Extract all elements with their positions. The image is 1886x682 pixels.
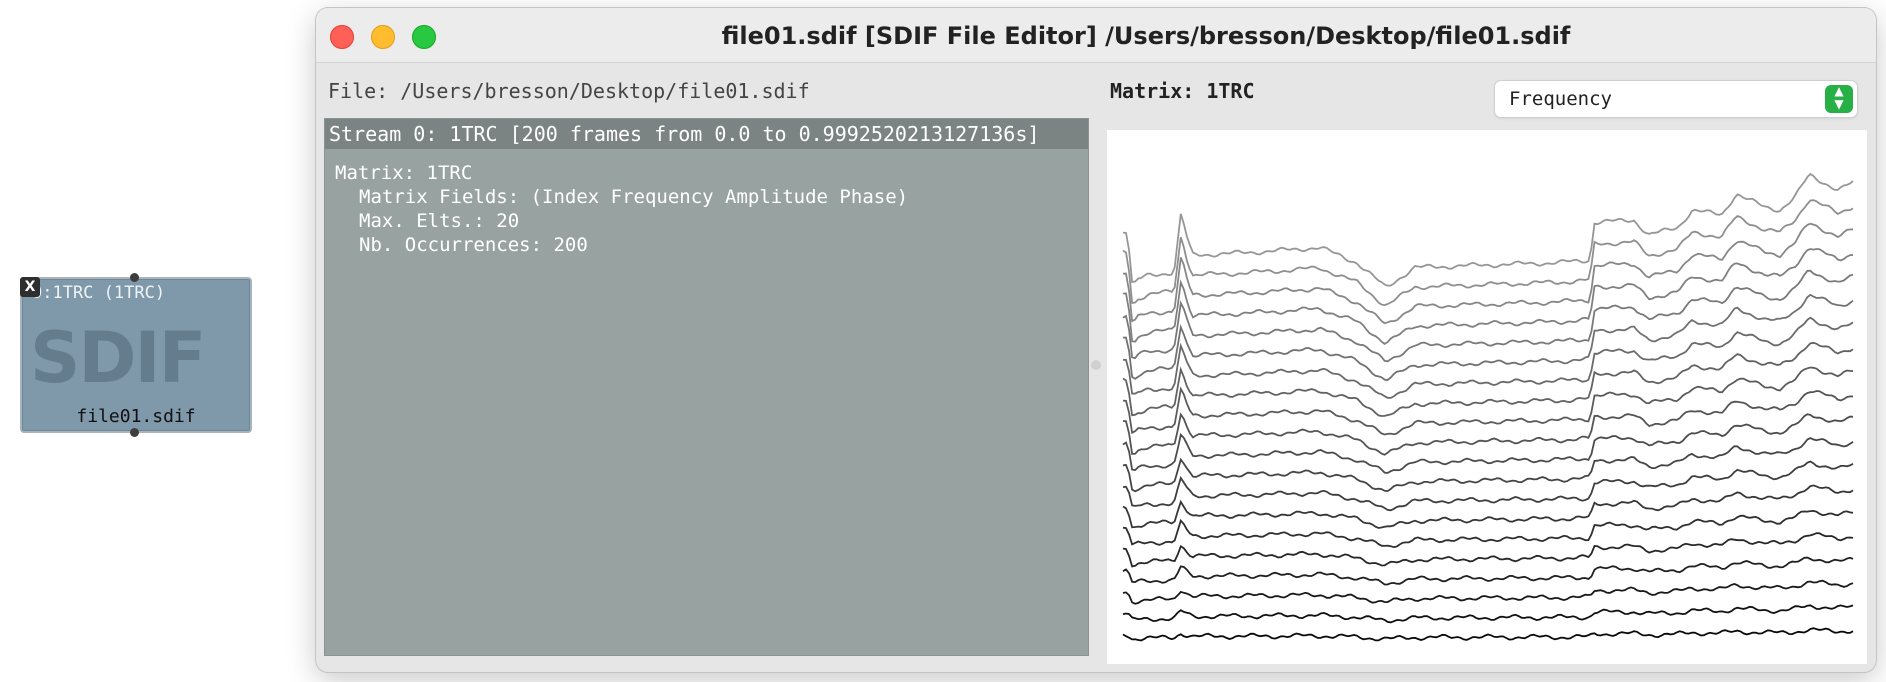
frequency-curve-2: [1122, 604, 1854, 624]
split-divider-handle[interactable]: [1091, 360, 1101, 370]
frequency-curve-17: [1122, 248, 1854, 345]
close-box-icon[interactable]: X: [20, 277, 40, 297]
frequency-curve-20: [1122, 172, 1854, 287]
field-select-value: Frequency: [1509, 88, 1612, 110]
matrix-info-fields: Matrix Fields: (Index Frequency Amplitud…: [359, 186, 909, 208]
file-path-label: File: /Users/bresson/Desktop/file01.sdif: [328, 79, 810, 103]
matrix-info-max-elts: Max. Elts.: 20: [359, 210, 520, 232]
frequency-curve-7: [1122, 484, 1854, 529]
sdif-file-box[interactable]: SDIF 0:1TRC (1TRC) X file01.sdif: [20, 273, 252, 437]
frequency-curve-18: [1122, 222, 1854, 325]
minimize-window-button[interactable]: [371, 25, 395, 49]
matrix-info-name: Matrix: 1TRC: [335, 162, 473, 184]
stream-header[interactable]: Stream 0: 1TRC [200 frames from 0.0 to 0…: [325, 119, 1088, 149]
zoom-window-button[interactable]: [412, 25, 436, 49]
frequency-plot-svg: [1122, 172, 1854, 642]
stream-info-panel: Stream 0: 1TRC [200 frames from 0.0 to 0…: [324, 118, 1089, 656]
up-down-chevron-icon[interactable]: ▲ ▼: [1825, 85, 1853, 113]
box-filename: file01.sdif: [76, 406, 196, 427]
frequency-curve-1: [1122, 627, 1854, 642]
frequency-curve-4: [1122, 556, 1854, 586]
frequency-curve-8: [1122, 460, 1854, 512]
window-title: file01.sdif [SDIF File Editor] /Users/br…: [721, 22, 1571, 50]
frequency-curve-15: [1122, 293, 1854, 381]
close-window-button[interactable]: [330, 25, 354, 49]
title-bar[interactable]: file01.sdif [SDIF File Editor] /Users/br…: [316, 8, 1876, 63]
frequency-plot: [1107, 130, 1867, 664]
frequency-curve-9: [1122, 437, 1854, 493]
sdif-watermark: SDIF: [30, 317, 206, 399]
box-inlet[interactable]: [130, 273, 139, 282]
box-outlet[interactable]: [130, 428, 139, 437]
matrix-title: Matrix: 1TRC: [1110, 79, 1255, 103]
field-select[interactable]: Frequency ▲ ▼: [1494, 80, 1858, 118]
sdif-editor-window: file01.sdif [SDIF File Editor] /Users/br…: [316, 8, 1876, 672]
box-stream-label: 0:1TRC (1TRC): [32, 283, 166, 303]
matrix-info: Matrix: 1TRC Matrix Fields: (Index Freque…: [335, 161, 908, 257]
matrix-info-occurrences: Nb. Occurrences: 200: [359, 234, 588, 256]
frequency-curve-3: [1122, 579, 1854, 605]
